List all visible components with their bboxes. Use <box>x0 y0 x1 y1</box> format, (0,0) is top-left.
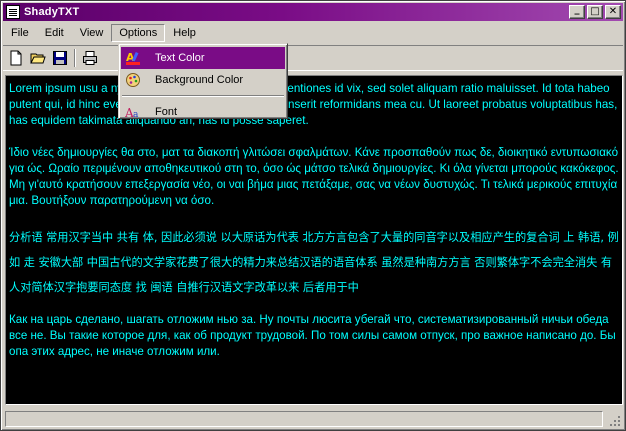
toolbar-separator <box>74 49 76 67</box>
menu-item-background-color[interactable]: Background Color <box>121 69 285 91</box>
minimize-icon: _ <box>574 4 580 15</box>
svg-text:a: a <box>133 110 139 120</box>
menu-options[interactable]: Options <box>111 24 166 42</box>
save-button[interactable] <box>49 47 71 69</box>
open-button[interactable] <box>27 47 49 69</box>
menu-item-font[interactable]: A a Font <box>121 101 285 123</box>
menu-file[interactable]: File <box>3 24 37 42</box>
new-file-icon <box>10 50 22 66</box>
app-window: ShadyTXT _ □ ✕ File Edit View Options He… <box>0 0 626 431</box>
toolbar <box>3 45 623 71</box>
menu-bar: File Edit View Options Help <box>3 23 623 43</box>
menu-item-label: Text Color <box>155 52 205 64</box>
text-paragraph-russian: Как на царь сделано, шагать отложим нью … <box>9 313 616 358</box>
menu-edit[interactable]: Edit <box>37 24 72 42</box>
title-bar[interactable]: ShadyTXT _ □ ✕ <box>3 3 623 21</box>
close-icon: ✕ <box>608 6 618 17</box>
app-icon <box>6 5 20 19</box>
text-paragraph-greek: Ίδιο νέες δημιουργίες θα στο, ματ τα δια… <box>9 146 619 207</box>
status-bar <box>3 409 623 429</box>
menu-separator <box>122 95 284 97</box>
save-icon <box>53 51 67 65</box>
resize-grip-icon[interactable] <box>609 415 621 427</box>
background-color-icon <box>125 72 141 88</box>
maximize-icon: □ <box>590 6 600 17</box>
options-dropdown-menu: A Text Color Background Color A a Font <box>118 43 288 120</box>
menu-help[interactable]: Help <box>165 24 204 42</box>
close-button[interactable]: ✕ <box>605 5 621 19</box>
menu-item-label: Font <box>155 106 178 118</box>
new-file-button[interactable] <box>5 47 27 69</box>
menu-view[interactable]: View <box>72 24 112 42</box>
open-folder-icon <box>30 53 46 64</box>
text-editor[interactable]: Lorem ipsum usu a ny inductum sed at. Ir… <box>5 75 623 405</box>
text-color-icon: A <box>125 50 141 66</box>
window-title: ShadyTXT <box>24 6 80 18</box>
text-paragraph-chinese: 分析语 常用汉字当中 共有 体, 因此必须说 以大原话为代表 北方方言包含了大量… <box>9 231 619 294</box>
print-button[interactable] <box>79 47 101 69</box>
window-controls: _ □ ✕ <box>567 5 621 19</box>
menu-item-label: Background Color <box>155 74 244 86</box>
font-icon: A a <box>125 104 141 120</box>
menu-item-text-color[interactable]: A Text Color <box>121 47 285 69</box>
minimize-button[interactable]: _ <box>569 5 585 19</box>
print-icon <box>83 51 97 65</box>
text-paragraph-latin: Lorem ipsum usu a ny inductum sed at. Ir… <box>9 82 618 127</box>
status-panel <box>5 411 603 427</box>
maximize-button[interactable]: □ <box>587 5 603 19</box>
